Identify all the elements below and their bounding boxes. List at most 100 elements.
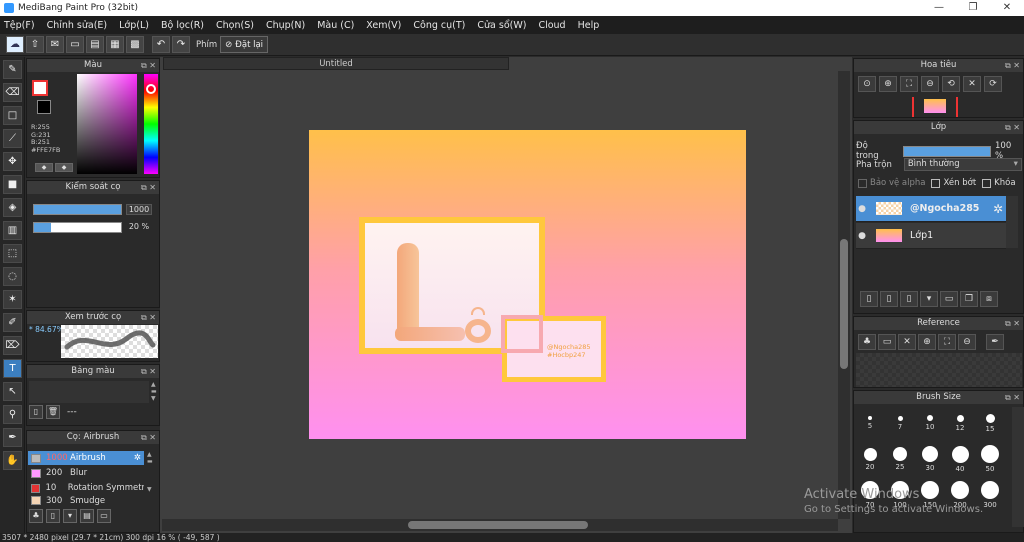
fill-rect-tool-icon[interactable]: ■	[3, 175, 22, 194]
color-swap-button[interactable]: ◆	[55, 163, 73, 172]
brush-list-scrollbar[interactable]: ▲ ▬ ▼	[147, 451, 155, 506]
cloud-icon[interactable]: ☁	[6, 36, 24, 53]
add-layer-dropdown-icon[interactable]: ▾	[920, 291, 938, 307]
brush-tool-icon[interactable]: ✎	[3, 60, 22, 79]
gear-icon[interactable]: ✲	[993, 202, 1003, 216]
new-brush-icon[interactable]: ▯	[46, 509, 60, 523]
menu-filter[interactable]: Bộ lọc(R)	[161, 20, 204, 31]
panel-float-close-icon[interactable]: ⧉ ✕	[1005, 59, 1020, 72]
brush-size-option[interactable]: 25	[886, 445, 914, 475]
eyedropper-icon[interactable]: ✒	[986, 334, 1004, 350]
blend-mode-select[interactable]: Bình thường	[903, 158, 1022, 171]
palette-scrollbar[interactable]: ▲ ▬ ▼	[151, 381, 159, 403]
brush-size-option[interactable]: 40	[946, 445, 974, 475]
cloud-import-icon[interactable]: ♣	[858, 334, 876, 350]
document-icon[interactable]: ▤	[86, 36, 104, 53]
brush-size-slider[interactable]	[33, 204, 122, 215]
menu-color[interactable]: Màu (C)	[317, 20, 354, 31]
panel-float-close-icon[interactable]: ⧉ ✕	[141, 431, 156, 444]
brush-size-option[interactable]: 10	[916, 409, 944, 439]
panel-float-close-icon[interactable]: ⧉ ✕	[1005, 121, 1020, 134]
saturation-value-picker[interactable]	[77, 74, 137, 174]
panel-float-close-icon[interactable]: ⧉ ✕	[1005, 317, 1020, 330]
hand-tool-icon[interactable]: ✋	[3, 451, 22, 470]
redo-icon[interactable]: ↷	[172, 36, 190, 53]
fit-window-icon[interactable]: ⛶	[938, 334, 956, 350]
text-tool-icon[interactable]: T	[3, 359, 22, 378]
document-tab[interactable]: Untitled	[163, 57, 509, 70]
magic-wand-icon[interactable]: ✶	[3, 290, 22, 309]
eyedropper-icon[interactable]: ⚲	[3, 405, 22, 424]
menu-tools[interactable]: Công cụ(T)	[413, 20, 465, 31]
hue-indicator[interactable]	[146, 84, 156, 94]
message-icon[interactable]: ▭	[66, 36, 84, 53]
menu-file[interactable]: Tệp(F)	[4, 20, 35, 31]
open-folder-icon[interactable]: ▭	[878, 334, 896, 350]
zoom-in-icon[interactable]: ⊕	[879, 76, 897, 92]
eraser-tool-icon[interactable]: ⌫	[3, 83, 22, 102]
brush-size-option[interactable]: 20	[856, 445, 884, 475]
add-brush-dropdown-icon[interactable]: ▾	[63, 509, 77, 523]
brush-opacity-slider[interactable]	[33, 222, 122, 233]
grid-icon[interactable]: ▦	[106, 36, 124, 53]
lasso-tool-icon[interactable]: ◌	[3, 267, 22, 286]
menu-window[interactable]: Cửa sổ(W)	[477, 20, 526, 31]
brush-size-value[interactable]: 1000	[126, 204, 152, 215]
brush-settings-icon[interactable]: ▤	[80, 509, 94, 523]
zoom-out-icon[interactable]: ⊖	[921, 76, 939, 92]
new-layer-icon[interactable]: ▯	[860, 291, 878, 307]
horizontal-scrollbar[interactable]	[162, 519, 838, 531]
menu-snap[interactable]: Chụp(N)	[266, 20, 305, 31]
new-palette-icon[interactable]: ▯	[29, 405, 43, 419]
delete-palette-icon[interactable]: 🗑	[46, 405, 60, 419]
new-8bit-layer-icon[interactable]: ▯	[900, 291, 918, 307]
visibility-icon[interactable]: ●	[856, 223, 868, 249]
gear-icon[interactable]: ✲	[134, 453, 141, 463]
reference-image-area[interactable]	[856, 353, 1022, 387]
undo-icon[interactable]: ↶	[152, 36, 170, 53]
select-pen-icon[interactable]: ✐	[3, 313, 22, 332]
reset-view-icon[interactable]: ✕	[963, 76, 981, 92]
menu-select[interactable]: Chọn(S)	[216, 20, 254, 31]
upload-icon[interactable]: ⇧	[26, 36, 44, 53]
rectangle-tool-icon[interactable]: □	[3, 106, 22, 125]
layers-scrollbar[interactable]	[1006, 196, 1018, 248]
brush-size-option[interactable]: 30	[916, 445, 944, 475]
brush-item-blur[interactable]: 200 Blur	[28, 466, 144, 480]
foreground-color-swatch[interactable]	[32, 80, 48, 96]
menu-view[interactable]: Xem(V)	[366, 20, 401, 31]
zoom-in-icon[interactable]: ⊕	[918, 334, 936, 350]
panel-float-close-icon[interactable]: ⧉ ✕	[141, 59, 156, 72]
color-mode-button[interactable]: ◆	[35, 163, 53, 172]
layer-folder-icon[interactable]: ▭	[940, 291, 958, 307]
panel-float-close-icon[interactable]: ⧉ ✕	[1005, 391, 1020, 404]
zoom-fit-icon[interactable]: ⊙	[858, 76, 876, 92]
brush-size-option[interactable]: 5	[856, 409, 884, 439]
comment-icon[interactable]: ✉	[46, 36, 64, 53]
rotate-right-icon[interactable]: ⟳	[984, 76, 1002, 92]
background-color-swatch[interactable]	[37, 100, 51, 114]
select-eraser-icon[interactable]: ⌦	[3, 336, 22, 355]
select-rect-icon[interactable]: ⬚	[3, 244, 22, 263]
brush-size-scrollbar[interactable]	[1012, 407, 1024, 527]
reset-button[interactable]: ⊘ Đặt lại	[220, 36, 269, 53]
palette-swatch-area[interactable]	[29, 381, 149, 403]
add-brush-cloud-icon[interactable]: ♣	[29, 509, 43, 523]
panel-float-close-icon[interactable]: ⧉ ✕	[141, 181, 156, 194]
lock-checkbox[interactable]	[982, 178, 992, 188]
layer-item-ngocha[interactable]: ● @Ngocha285 ✲	[856, 196, 1006, 222]
duplicate-layer-icon[interactable]: ❐	[960, 291, 978, 307]
menu-help[interactable]: Help	[578, 20, 600, 31]
rotate-left-icon[interactable]: ⟲	[942, 76, 960, 92]
pen-tool-icon[interactable]: ✒	[3, 428, 22, 447]
bucket-tool-icon[interactable]: ◈	[3, 198, 22, 217]
menu-edit[interactable]: Chỉnh sửa(E)	[47, 20, 108, 31]
line-tool-icon[interactable]: ⟋	[3, 129, 22, 148]
panel-float-close-icon[interactable]: ⧉ ✕	[141, 311, 156, 324]
menu-cloud[interactable]: Cloud	[538, 20, 565, 31]
close-icon[interactable]: ✕	[990, 0, 1024, 16]
layer-item-lop1[interactable]: ● Lớp1	[856, 223, 1006, 249]
brush-size-option[interactable]: 12	[946, 409, 974, 439]
clipping-checkbox[interactable]	[931, 178, 941, 188]
visibility-icon[interactable]: ●	[856, 196, 868, 222]
